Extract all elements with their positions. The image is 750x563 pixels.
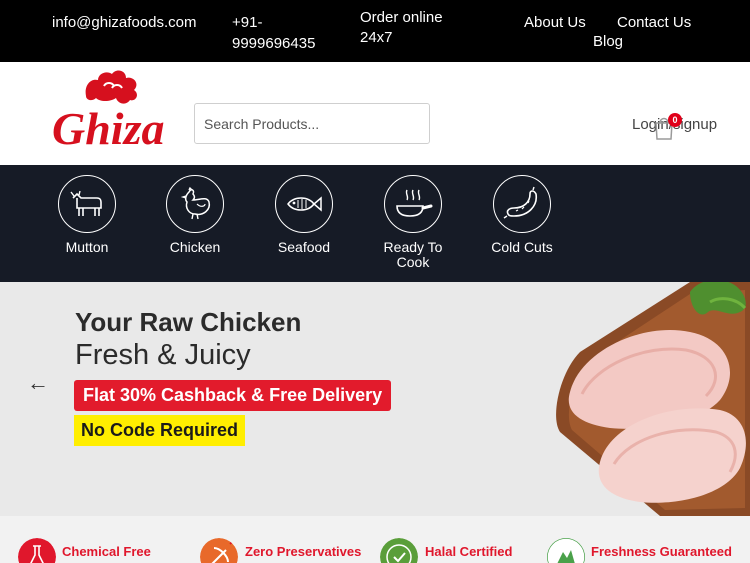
frying-pan-icon — [384, 175, 442, 233]
ghiza-logo[interactable]: Ghiza — [48, 68, 176, 160]
slider-prev-arrow[interactable]: ← — [27, 370, 49, 396]
chicken-icon — [166, 175, 224, 233]
blog-link[interactable]: Blog — [593, 31, 623, 52]
category-label: Seafood — [277, 239, 331, 255]
cashback-offer-badge: Flat 30% Cashback & Free Delivery — [74, 380, 392, 411]
features-strip: Chemical Free Zero Preservatives Halal C… — [0, 516, 750, 563]
category-label: Ready To Cook — [383, 239, 443, 270]
feature-title: Chemical Free — [62, 544, 151, 559]
sausage-icon — [493, 175, 551, 233]
goat-icon — [58, 175, 116, 233]
category-ready-to-cook[interactable]: Ready To Cook — [368, 175, 458, 270]
category-label: Mutton — [65, 239, 109, 255]
hero-subtitle: Fresh & Juicy — [75, 339, 251, 371]
no-code-badge: No Code Required — [74, 415, 246, 446]
raw-chicken-image — [556, 282, 750, 516]
no-preservatives-icon — [200, 538, 238, 563]
about-us-link[interactable]: About Us — [524, 12, 586, 33]
order-online-text: Order online 24x7 — [360, 9, 443, 46]
header: Ghiza Login/signup 0 — [0, 62, 750, 165]
category-chicken[interactable]: Chicken — [150, 175, 240, 255]
feature-title: Freshness Guaranteed — [591, 544, 732, 559]
fresh-icon — [547, 538, 585, 563]
cart-count-badge: 0 — [668, 113, 682, 127]
email-link[interactable]: info@ghizafoods.com — [52, 12, 196, 33]
flask-icon — [18, 538, 56, 563]
feature-title: Halal Certified — [425, 544, 513, 559]
category-label: Chicken — [169, 239, 221, 255]
search-input[interactable] — [194, 103, 430, 144]
category-seafood[interactable]: Seafood — [259, 175, 349, 255]
hero-title: Your Raw Chicken — [75, 307, 302, 337]
feature-title: Zero Preservatives — [245, 544, 362, 559]
category-cold-cuts[interactable]: Cold Cuts — [477, 175, 567, 255]
category-mutton[interactable]: Mutton — [42, 175, 132, 255]
hero-banner[interactable]: ← Your Raw Chicken Fresh & Juicy Flat 30… — [0, 282, 750, 516]
logo-text: Ghiza — [52, 103, 164, 154]
category-label: Cold Cuts — [491, 239, 553, 255]
fish-icon — [275, 175, 333, 233]
category-bar: Mutton Chicken Seafood Ready To Cook Col… — [0, 165, 750, 282]
contact-us-link[interactable]: Contact Us — [617, 12, 691, 33]
top-bar: info@ghizafoods.com +91-9999696435 Order… — [0, 0, 750, 62]
phone-link[interactable]: +91-9999696435 — [232, 12, 332, 54]
halal-icon — [380, 538, 418, 563]
